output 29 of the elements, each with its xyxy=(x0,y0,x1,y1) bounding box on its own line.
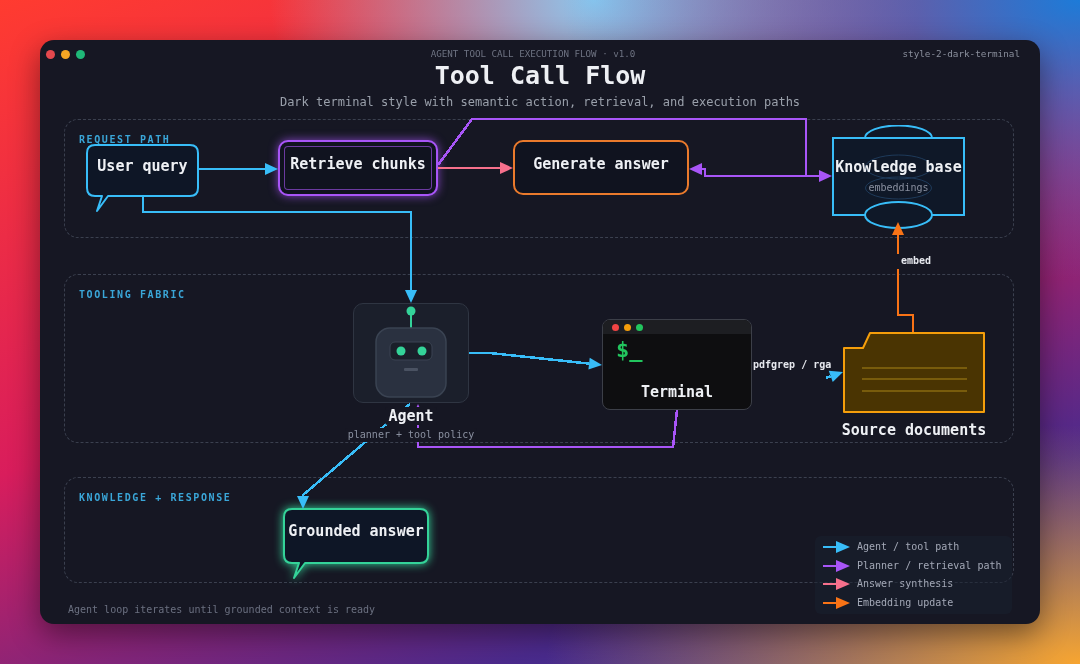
edge-label: embed xyxy=(901,255,932,267)
legend-label: Agent / tool path xyxy=(857,541,960,554)
minimize-button[interactable] xyxy=(61,49,70,59)
legend-label: Planner / retrieval path xyxy=(857,559,1002,572)
close-dot-icon xyxy=(612,324,619,331)
zoom-dot-icon xyxy=(636,324,643,331)
node-label: Source documents xyxy=(841,421,987,439)
style-tag: style-2-dark-terminal xyxy=(902,48,1020,60)
node-label: Terminal xyxy=(640,383,714,401)
node-label: User query xyxy=(97,156,188,175)
node-label: Knowledge base xyxy=(835,158,962,176)
process-node: Generate answer xyxy=(513,140,689,195)
footer-note: Agent loop iterates until grounded context is ready xyxy=(68,604,376,616)
lane-label: TOOLING FABRIC xyxy=(79,289,186,301)
maximize-button[interactable] xyxy=(76,49,85,59)
lane-label: KNOWLEDGE + RESPONSE xyxy=(79,492,232,504)
node-sublabel: embeddings xyxy=(868,181,929,195)
header-caption: AGENT TOOL CALL EXECUTION FLOW · v1.0 xyxy=(430,48,636,60)
page-subtitle: Dark terminal style with semantic action, retrieval, and execution paths xyxy=(279,94,801,110)
page-title: Tool Call Flow xyxy=(434,62,646,90)
minimize-dot-icon xyxy=(624,324,631,331)
close-button[interactable] xyxy=(46,49,55,59)
edge-label: pdfgrep / rga xyxy=(753,359,832,371)
process-node: Retrieve chunks xyxy=(278,140,438,196)
lane-label: REQUEST PATH xyxy=(79,134,171,146)
node-label: Grounded answer xyxy=(288,522,424,540)
terminal-prompt: $_ xyxy=(616,338,643,362)
legend-label: Embedding update xyxy=(857,596,954,609)
legend-label: Answer synthesis xyxy=(857,578,954,591)
